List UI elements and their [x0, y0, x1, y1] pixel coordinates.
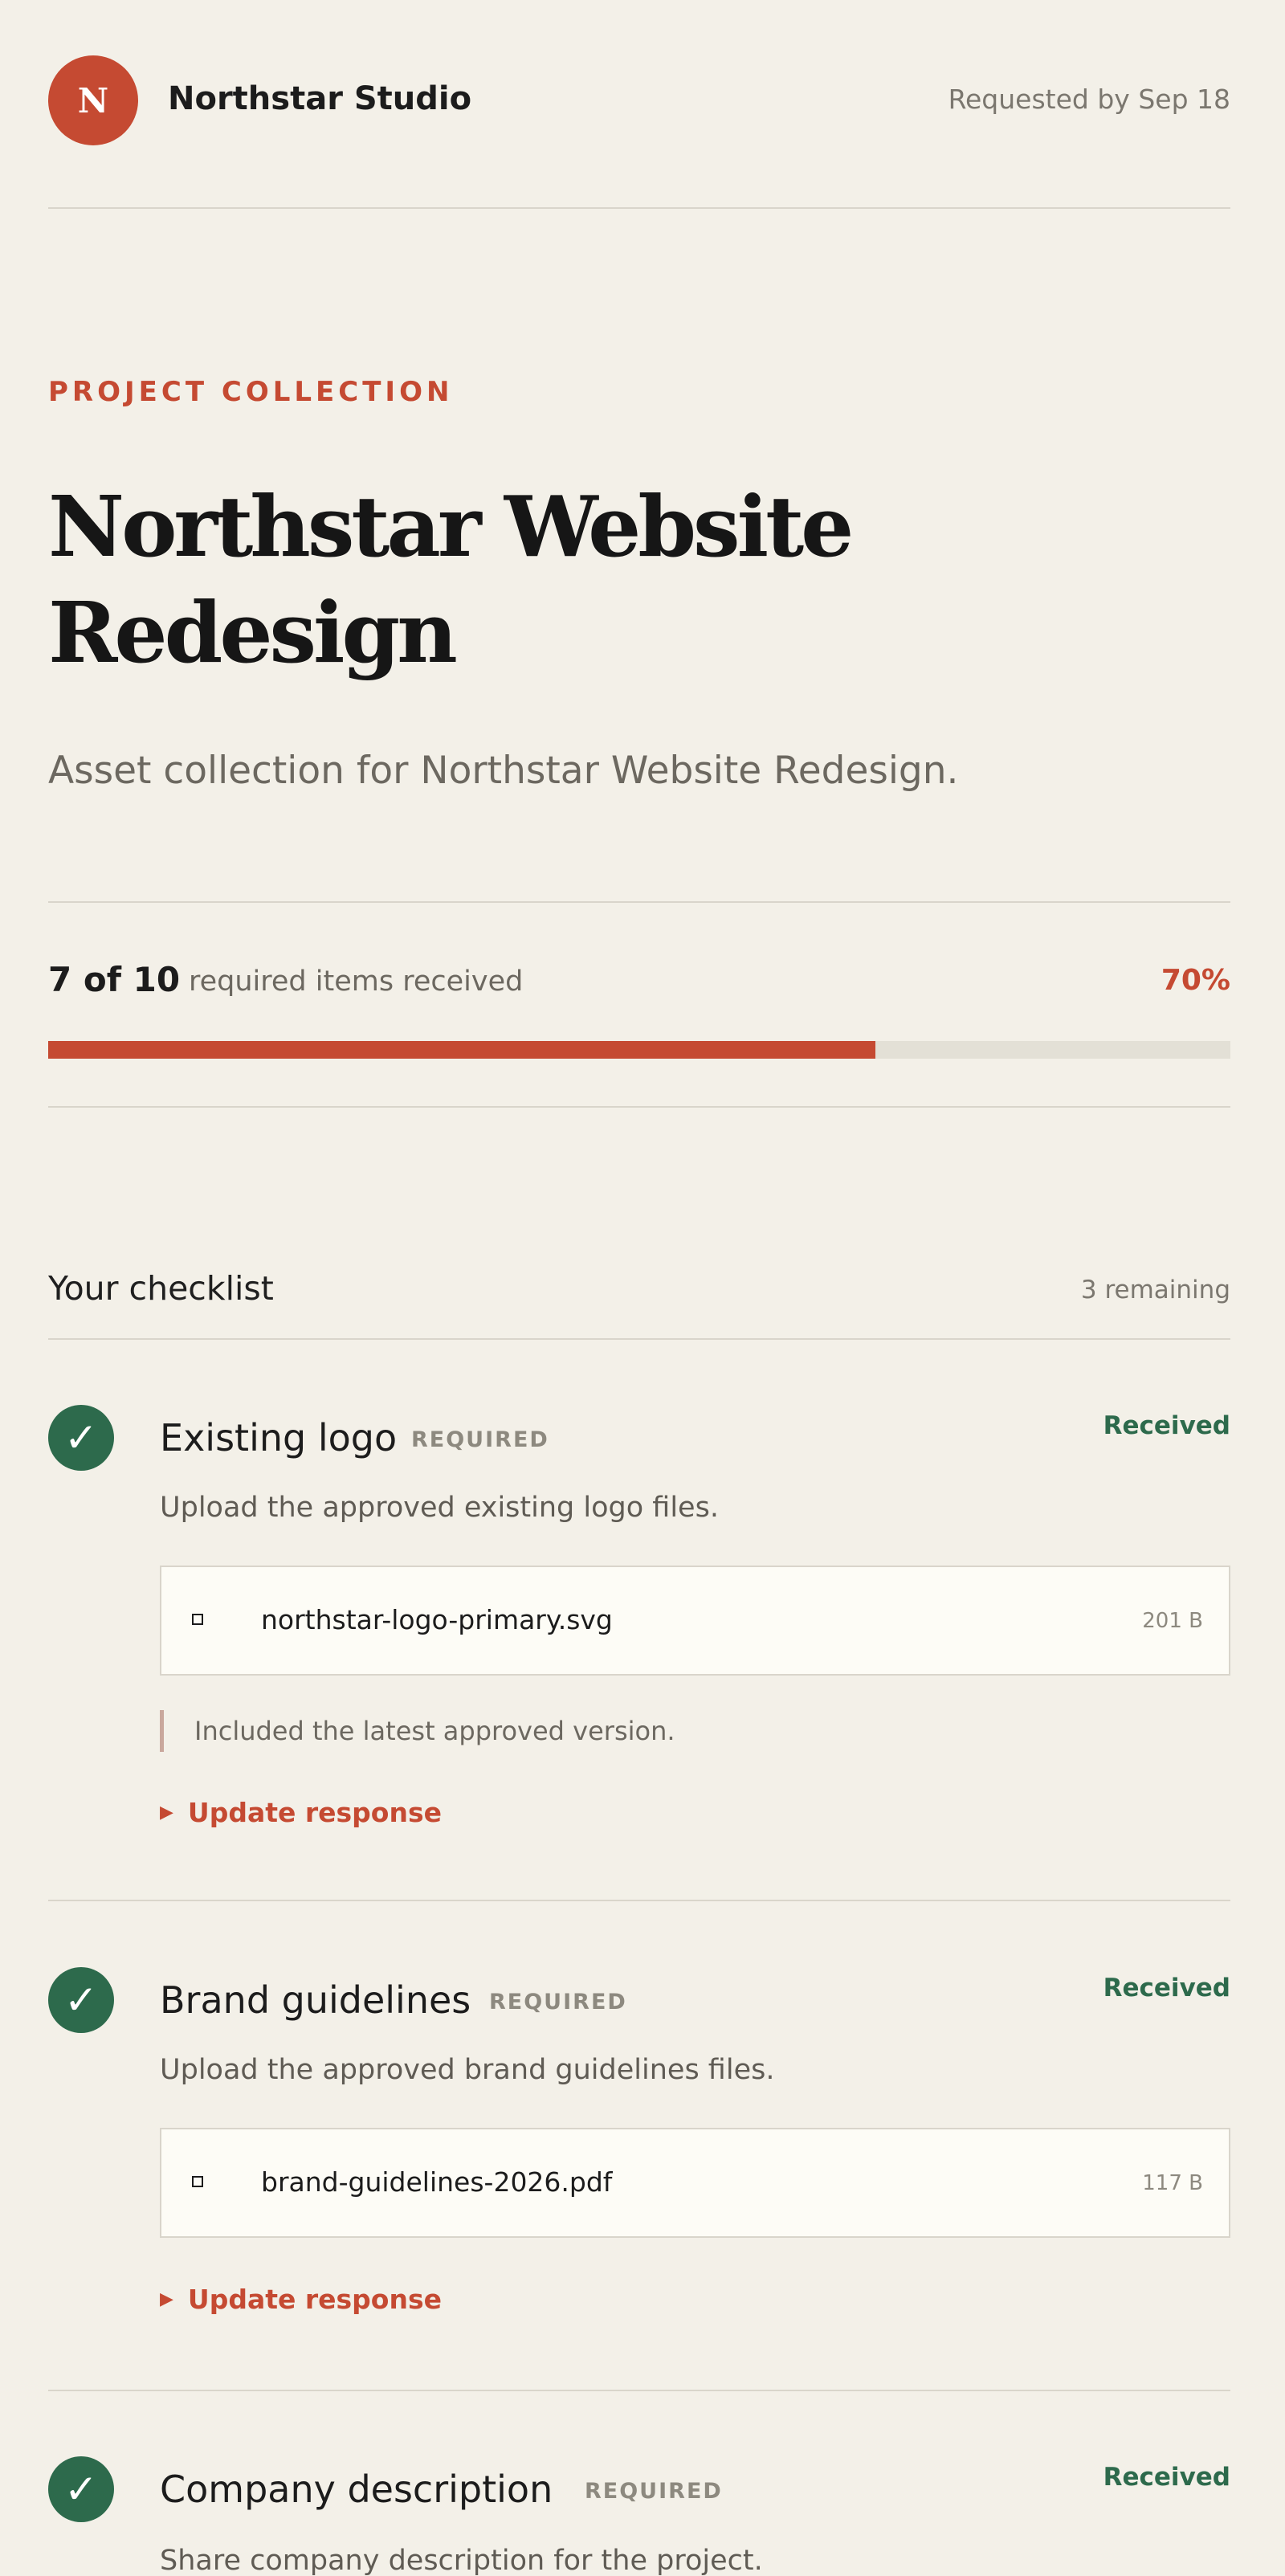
required-badge: REQUIRED — [489, 1990, 627, 2015]
required-badge: REQUIRED — [585, 2479, 723, 2504]
check-icon: ✓ — [48, 1405, 114, 1471]
item-name: Company description — [160, 2468, 553, 2511]
status-badge: Received — [1103, 1974, 1230, 2002]
header-divider — [48, 207, 1230, 209]
progress-top-divider — [48, 901, 1230, 903]
required-badge: REQUIRED — [411, 1427, 549, 1452]
page-subtitle: Asset collection for Northstar Website R… — [48, 749, 959, 793]
eyebrow-label: PROJECT COLLECTION — [48, 376, 454, 408]
check-icon: ✓ — [48, 2456, 114, 2522]
header: N Northstar Studio Requested by Sep 18 — [48, 53, 1230, 146]
progress-bottom-divider — [48, 1106, 1230, 1108]
status-badge: Received — [1103, 1411, 1230, 1440]
file-card[interactable]: brand-guidelines-2026.pdf 117 B — [160, 2128, 1230, 2238]
update-response-button[interactable]: ▶ Update response — [160, 1797, 442, 1828]
update-response-button[interactable]: ▶ Update response — [160, 2284, 442, 2315]
remaining-count: 3 remaining — [1080, 1276, 1230, 1304]
response-note: Included the latest approved version. — [160, 1710, 675, 1752]
status-badge: Received — [1103, 2463, 1230, 2492]
progress-bar-fill — [48, 1041, 876, 1059]
update-response-label: Update response — [187, 1797, 442, 1828]
checklist-title: Your checklist — [48, 1269, 274, 1308]
studio-logo: N — [48, 55, 138, 145]
item-description: Share company description for the projec… — [160, 2545, 763, 2576]
progress-percent: 70% — [1161, 964, 1230, 997]
file-icon — [192, 2176, 203, 2187]
studio-name: Northstar Studio — [168, 80, 472, 117]
caret-right-icon: ▶ — [160, 1802, 173, 1823]
item-name: Brand guidelines — [160, 1978, 471, 2022]
file-size: 201 B — [1142, 1609, 1203, 1633]
item-divider — [48, 1900, 1230, 1901]
progress-count: 7 of 10 — [48, 960, 181, 999]
item-divider — [48, 2390, 1230, 2391]
file-name: northstar-logo-primary.svg — [261, 1604, 613, 1635]
item-description: Upload the approved brand guidelines fil… — [160, 2054, 775, 2086]
progress-label: required items received — [189, 965, 524, 998]
item-name: Existing logo — [160, 1416, 398, 1459]
check-icon: ✓ — [48, 1967, 114, 2033]
caret-right-icon: ▶ — [160, 2289, 173, 2309]
update-response-label: Update response — [187, 2284, 442, 2315]
file-icon — [192, 1614, 203, 1625]
requested-date: Requested by Sep 18 — [948, 84, 1230, 115]
file-card[interactable]: northstar-logo-primary.svg 201 B — [160, 1566, 1230, 1676]
checklist-divider — [48, 1338, 1230, 1340]
page-title: Northstar Website Redesign — [48, 477, 854, 682]
item-description: Upload the approved existing logo files. — [160, 1492, 719, 1524]
file-size: 117 B — [1142, 2171, 1203, 2195]
progress-bar — [48, 1041, 1230, 1059]
file-name: brand-guidelines-2026.pdf — [261, 2166, 613, 2198]
